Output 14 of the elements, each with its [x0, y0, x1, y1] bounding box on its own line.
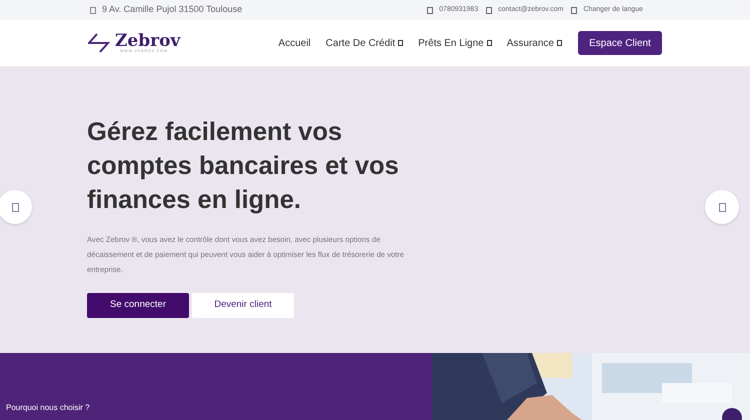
logo-icon — [88, 33, 110, 53]
client-area-button[interactable]: Espace Client — [578, 31, 662, 55]
nav-link[interactable]: Assurance — [506, 36, 562, 50]
nav-link[interactable]: Accueil — [278, 36, 311, 50]
signup-button[interactable]: Devenir client — [192, 293, 294, 318]
logo-text: Zebrov — [115, 32, 180, 50]
login-button[interactable]: Se connecter — [87, 293, 189, 318]
nav-link[interactable]: Prêts En Ligne — [418, 36, 492, 50]
previous-slide-button[interactable] — [0, 190, 32, 224]
nav-link[interactable]: Carte De Crédit — [326, 36, 404, 50]
address-text: 9 Av. Camille Pujol 31500 Toulouse — [102, 3, 242, 16]
why-label: Pourquoi nous choisir ? — [6, 402, 90, 414]
hero-title: Gérez facilement vos comptes bancaires et vos finances en ligne. — [87, 117, 400, 216]
next-slide-button[interactable] — [705, 190, 739, 224]
